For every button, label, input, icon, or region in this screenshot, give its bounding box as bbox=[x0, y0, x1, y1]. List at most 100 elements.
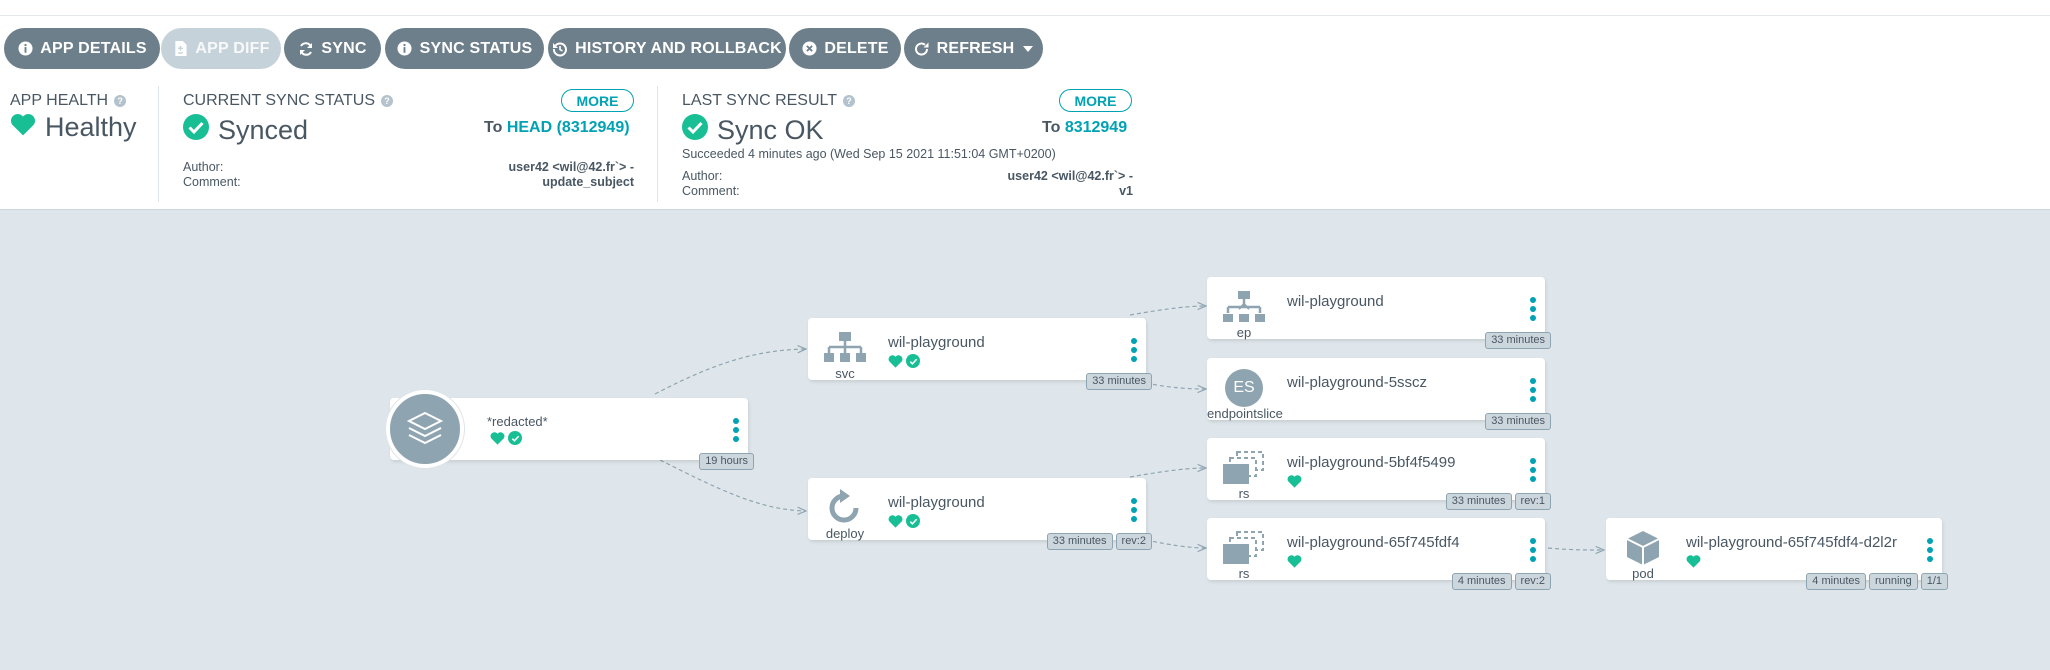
edge-app-svc bbox=[654, 349, 806, 395]
resource-node-pod[interactable]: pod wil-playground-65f745fdf4-d2l2r 4 mi… bbox=[1606, 518, 1948, 590]
resource-status bbox=[1686, 554, 1701, 568]
app-node-status bbox=[490, 431, 522, 445]
heart-icon bbox=[1287, 555, 1302, 568]
revision-link[interactable]: 8312949 bbox=[1065, 119, 1127, 136]
resource-kind: deploy bbox=[825, 526, 865, 541]
help-icon[interactable]: ? bbox=[843, 95, 856, 107]
resource-tags: 33 minutes bbox=[1086, 373, 1152, 390]
app-status-panel: APP HEALTH ? Healthy CURRENT SYNC STATUS… bbox=[0, 78, 2050, 210]
resource-name: wil-playground bbox=[888, 494, 985, 511]
check-circle-icon bbox=[682, 114, 708, 147]
resource-name: wil-playground-5bf4f5499 bbox=[1287, 454, 1456, 471]
sync-target-revision: To HEAD (8312949) bbox=[484, 119, 630, 137]
redo-icon bbox=[914, 41, 930, 57]
sync-status-more-button[interactable]: MORE bbox=[561, 89, 634, 112]
head-revision-link[interactable]: HEAD (8312949) bbox=[507, 119, 630, 136]
resource-kind: rs bbox=[1238, 486, 1250, 501]
refresh-label: REFRESH bbox=[936, 39, 1015, 57]
deployment-icon bbox=[822, 488, 868, 528]
resource-tree-canvas[interactable]: *redacted* 19 hours svc wil-playground 3… bbox=[0, 210, 2050, 670]
resource-tags: 33 minutes rev:2 bbox=[1046, 533, 1152, 550]
resource-tags: 33 minutes rev:1 bbox=[1445, 493, 1551, 510]
age-tag: 33 minutes bbox=[1046, 533, 1113, 550]
delete-button[interactable]: DELETE bbox=[789, 28, 901, 69]
resource-menu-icon[interactable] bbox=[1130, 498, 1138, 522]
to-prefix: To bbox=[1042, 119, 1061, 136]
sync-status-label: SYNC STATUS bbox=[419, 39, 533, 57]
help-icon[interactable]: ? bbox=[381, 95, 394, 107]
resource-menu-icon[interactable] bbox=[1926, 538, 1934, 562]
resource-menu-icon[interactable] bbox=[1529, 378, 1537, 402]
top-strip bbox=[0, 0, 2050, 16]
edge-svc-es bbox=[1145, 382, 1206, 389]
resource-menu-icon[interactable] bbox=[1529, 297, 1537, 321]
app-details-label: APP DETAILS bbox=[40, 39, 147, 57]
heart-icon bbox=[10, 112, 36, 143]
times-circle-icon bbox=[801, 41, 817, 57]
age-tag: 33 minutes bbox=[1445, 493, 1512, 510]
resource-status bbox=[1287, 554, 1302, 568]
resource-node-rs[interactable]: rs wil-playground-5bf4f5499 33 minutes r… bbox=[1207, 438, 1551, 510]
sync-status-text: Synced bbox=[218, 115, 309, 145]
resource-node-rs[interactable]: rs wil-playground-65f745fdf4 4 minutes r… bbox=[1207, 518, 1551, 590]
comment-label: Comment: bbox=[682, 184, 740, 198]
resource-name: wil-playground-5sscz bbox=[1287, 374, 1428, 391]
author-value: user42 <wil@42.fr`> - bbox=[1007, 169, 1133, 183]
endpoints-icon bbox=[1221, 287, 1267, 327]
sync-status-button[interactable]: SYNC STATUS bbox=[385, 28, 544, 69]
edge-deploy-rs2 bbox=[1145, 539, 1206, 548]
age-tag: 4 minutes bbox=[1806, 573, 1866, 590]
resource-tags: 33 minutes bbox=[1485, 413, 1551, 430]
comment-value: v1 bbox=[1119, 184, 1133, 198]
resource-status bbox=[888, 354, 920, 368]
resource-node-ep[interactable]: ep wil-playground 33 minutes bbox=[1207, 277, 1551, 349]
resource-name: wil-playground-65f745fdf4 bbox=[1287, 534, 1460, 551]
history-and-rollback-button[interactable]: HISTORY AND ROLLBACK bbox=[548, 28, 786, 69]
last-sync-value: Sync OK bbox=[682, 114, 824, 147]
resource-node-deploy[interactable]: deploy wil-playground 33 minutes rev:2 bbox=[808, 478, 1152, 550]
app-diff-button[interactable]: APP DIFF bbox=[161, 28, 281, 69]
heart-icon bbox=[1287, 475, 1302, 488]
resource-node-svc[interactable]: svc wil-playground 33 minutes bbox=[808, 318, 1152, 390]
replicaset-icon bbox=[1221, 528, 1267, 568]
sync-button[interactable]: SYNC bbox=[284, 28, 381, 69]
chevron-down-icon[interactable] bbox=[1023, 45, 1034, 52]
app-health-title-text: APP HEALTH bbox=[10, 92, 109, 109]
app-health-title: APP HEALTH ? bbox=[10, 92, 127, 110]
check-circle-icon bbox=[906, 514, 920, 528]
heart-icon bbox=[888, 515, 903, 528]
sync-label: SYNC bbox=[321, 39, 367, 57]
containers-ready-tag: 1/1 bbox=[1920, 573, 1948, 590]
resource-menu-icon[interactable] bbox=[1130, 338, 1138, 362]
edge-deploy-rs1 bbox=[1129, 468, 1206, 478]
resource-menu-icon[interactable] bbox=[1529, 458, 1537, 482]
last-sync-more-button[interactable]: MORE bbox=[1059, 89, 1132, 112]
endpointslice-icon: ES bbox=[1221, 368, 1267, 408]
app-toolbar: APP DETAILS APP DIFF SYNC SYNC STATUS HI… bbox=[0, 16, 2050, 78]
app-node-tags: 19 hours bbox=[699, 453, 754, 470]
info-circle-icon bbox=[17, 41, 33, 57]
last-sync-target-revision: To 8312949 bbox=[1042, 119, 1127, 137]
author-label: Author: bbox=[682, 169, 723, 183]
app-health-status: Healthy bbox=[10, 112, 137, 143]
resource-kind: rs bbox=[1238, 566, 1250, 581]
service-icon bbox=[822, 328, 868, 368]
app-details-button[interactable]: APP DETAILS bbox=[4, 28, 160, 69]
comment-label: Comment: bbox=[183, 175, 241, 189]
resource-node-endpointslice[interactable]: ES endpointslice wil-playground-5sscz 33… bbox=[1207, 358, 1551, 430]
to-prefix: To bbox=[484, 119, 503, 136]
refresh-button[interactable]: REFRESH bbox=[904, 28, 1043, 69]
resource-kind: svc bbox=[835, 366, 855, 381]
resource-tags: 4 minutes rev:2 bbox=[1451, 573, 1551, 590]
app-diff-label: APP DIFF bbox=[195, 39, 270, 57]
app-node-menu-icon[interactable] bbox=[732, 418, 740, 442]
application-icon[interactable] bbox=[386, 390, 464, 468]
resource-menu-icon[interactable] bbox=[1529, 538, 1537, 562]
help-icon[interactable]: ? bbox=[114, 95, 127, 107]
tree-edges bbox=[654, 210, 2050, 670]
age-tag: 4 minutes bbox=[1451, 573, 1512, 590]
edge-rs2-pod bbox=[1547, 548, 1604, 550]
phase-tag: running bbox=[1869, 573, 1918, 590]
app-node-name: *redacted* bbox=[487, 414, 548, 429]
history-icon bbox=[552, 41, 568, 57]
